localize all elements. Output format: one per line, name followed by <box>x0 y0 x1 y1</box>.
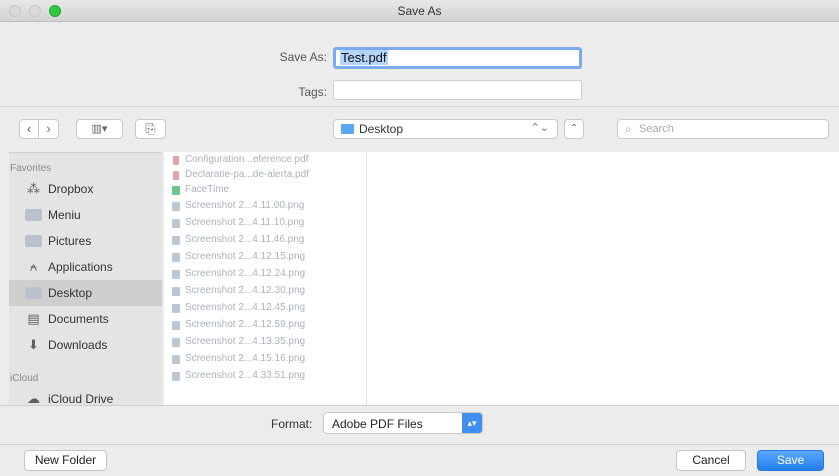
cloud-icon: ☁ <box>27 391 40 405</box>
toolbar-divider <box>0 106 839 107</box>
image-file-icon <box>172 304 180 313</box>
folder-icon <box>341 124 354 134</box>
file-browser-empty-area[interactable] <box>367 152 839 405</box>
folder-icon <box>25 235 42 247</box>
sidebar-item-label: Desktop <box>48 286 93 300</box>
image-file-icon <box>172 355 180 364</box>
sidebar-item-label: Pictures <box>48 234 92 248</box>
tags-label: Tags: <box>298 85 327 99</box>
image-file-icon <box>172 338 180 347</box>
image-file-icon <box>172 219 180 228</box>
sidebar-item-label: Applications <box>48 260 113 274</box>
save-button[interactable]: Save <box>757 450 824 471</box>
sidebar-item-dropbox[interactable]: ⁂ Dropbox <box>9 176 162 202</box>
sidebar-item-meniu[interactable]: Meniu <box>9 202 162 228</box>
folder-icon <box>25 209 42 221</box>
list-item[interactable]: Screenshot 2...4.11.46.png <box>172 233 366 248</box>
sidebar-item-label: Downloads <box>48 338 108 352</box>
image-file-icon <box>172 270 180 279</box>
view-options-button[interactable]: ▥▾ <box>76 119 123 139</box>
format-select[interactable]: Adobe PDF Files ▴▾ <box>323 412 483 434</box>
footer-divider <box>0 444 839 445</box>
pdf-file-icon <box>173 171 179 180</box>
back-button[interactable]: ‹ <box>19 119 39 139</box>
up-down-arrows-icon: ⌃⌄ <box>530 122 549 134</box>
applications-icon: ⍲ <box>29 259 38 274</box>
format-label: Format: <box>271 417 313 431</box>
list-item[interactable]: Screenshot 2...4.13.35.png <box>172 335 366 350</box>
sidebar-item-downloads[interactable]: ⬇ Downloads <box>9 332 162 358</box>
new-folder-icon[interactable]: ⎘ <box>135 119 166 139</box>
sidebar: Favorites ⁂ Dropbox Meniu Pictures ⍲ App… <box>9 152 162 405</box>
sidebar-item-label: Meniu <box>48 208 81 222</box>
location-label: Desktop <box>359 122 404 136</box>
image-file-icon <box>172 202 180 211</box>
downloads-icon: ⬇ <box>28 337 39 352</box>
list-item[interactable]: FaceTime <box>172 183 366 198</box>
image-file-icon <box>172 253 180 262</box>
search-icon: ⌕ <box>625 122 632 136</box>
image-file-icon <box>172 372 180 381</box>
image-file-icon <box>172 287 180 296</box>
sidebar-header-icloud: iCloud <box>10 373 39 384</box>
dropbox-icon: ⁂ <box>27 181 40 196</box>
save-as-value: Test.pdf <box>340 50 388 65</box>
list-item[interactable]: Screenshot 2...4.11.10.png <box>172 216 366 231</box>
new-folder-button[interactable]: New Folder <box>24 450 107 471</box>
save-as-input[interactable]: Test.pdf <box>333 47 582 69</box>
save-as-label: Save As: <box>279 50 327 64</box>
format-value: Adobe PDF Files <box>332 417 423 431</box>
up-down-arrows-icon: ▴▾ <box>462 413 482 433</box>
forward-button[interactable]: › <box>39 119 59 139</box>
list-item[interactable]: Configuration...eference.pdf <box>172 153 366 168</box>
cancel-button[interactable]: Cancel <box>676 450 746 471</box>
list-item[interactable]: Screenshot 2...4.11.00.png <box>172 199 366 214</box>
title-bar: Save As <box>0 0 839 22</box>
collapse-dialog-button[interactable]: ⌃ <box>564 119 584 139</box>
sidebar-header-favorites: Favorites <box>10 163 52 174</box>
sidebar-item-label: Documents <box>48 312 109 326</box>
location-popup[interactable]: Desktop ⌃⌄ <box>333 119 558 139</box>
window-title: Save As <box>397 4 442 18</box>
list-item[interactable]: Screenshot 2...4.15.16.png <box>172 352 366 367</box>
tags-input[interactable] <box>333 80 582 100</box>
list-item[interactable]: Screenshot 2...4.12.24.png <box>172 267 366 282</box>
sidebar-item-desktop[interactable]: Desktop <box>9 280 162 306</box>
search-field[interactable]: ⌕ Search <box>617 119 829 139</box>
format-divider <box>0 405 839 406</box>
folder-icon <box>25 287 42 299</box>
documents-icon: ▤ <box>27 311 40 326</box>
sidebar-item-applications[interactable]: ⍲ Applications <box>9 254 162 280</box>
list-item[interactable]: Declaratie-pa...de-alerta.pdf <box>172 168 366 183</box>
sidebar-item-documents[interactable]: ▤ Documents <box>9 306 162 332</box>
facetime-app-icon <box>172 186 180 195</box>
list-item[interactable]: Screenshot 2...4.12.30.png <box>172 284 366 299</box>
sidebar-item-icloud-drive[interactable]: ☁ iCloud Drive <box>9 386 162 405</box>
sidebar-item-label: Dropbox <box>48 182 94 196</box>
list-item[interactable]: Screenshot 2...4.12.15.png <box>172 250 366 265</box>
list-item[interactable]: Screenshot 2...4.12.45.png <box>172 301 366 316</box>
sidebar-item-label: iCloud Drive <box>48 392 114 405</box>
image-file-icon <box>172 321 180 330</box>
list-item[interactable]: Screenshot 2...4.12.59.png <box>172 318 366 333</box>
list-item[interactable]: Screenshot 2...4.33.51.png <box>172 369 366 384</box>
pdf-file-icon <box>173 156 179 165</box>
sidebar-item-pictures[interactable]: Pictures <box>9 228 162 254</box>
image-file-icon <box>172 236 180 245</box>
search-placeholder: Search <box>639 123 674 135</box>
file-list: Configuration...eference.pdf Declaratie-… <box>164 152 367 405</box>
